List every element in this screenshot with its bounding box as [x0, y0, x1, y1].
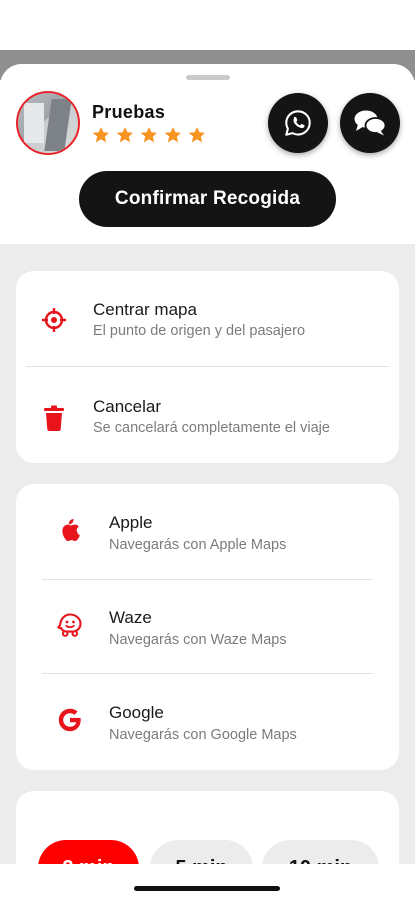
nav-subtitle: Navegarás con Waze Maps — [109, 632, 287, 648]
navigation-card: Apple Navegarás con Apple Maps Waze Nave… — [16, 484, 399, 770]
star-icon — [91, 125, 111, 145]
option-subtitle: El punto de origen y del pasajero — [93, 323, 306, 339]
driver-header: Pruebas Confirmar Recogida — [0, 64, 415, 244]
option-subtitle: Se cancelará completamente el viaje — [93, 420, 330, 436]
nav-subtitle: Navegarás con Google Maps — [109, 727, 297, 743]
option-title: Centrar mapa — [93, 300, 197, 319]
option-title: Cancelar — [93, 397, 162, 416]
trip-options-card: Centrar mapa El punto de origen y del pa… — [16, 271, 399, 463]
nav-title: Waze — [109, 608, 152, 627]
confirm-pickup-button[interactable]: Confirmar Recogida — [79, 171, 336, 227]
star-icon — [163, 125, 183, 145]
google-icon — [57, 707, 83, 733]
whatsapp-button[interactable] — [268, 93, 328, 153]
option-cancel[interactable]: Cancelar Se cancelará completamente el v… — [16, 367, 399, 463]
chat-button[interactable] — [340, 93, 400, 153]
status-area — [0, 0, 415, 50]
avatar — [16, 91, 80, 155]
crosshair-icon — [40, 306, 68, 334]
wait-time-2min-button[interactable]: 2 min — [38, 840, 139, 864]
nav-subtitle: Navegarás con Apple Maps — [109, 537, 287, 553]
star-icon — [139, 125, 159, 145]
wait-time-10min-button[interactable]: 10 min — [262, 840, 379, 864]
nav-title: Apple — [109, 513, 153, 532]
star-icon — [115, 125, 135, 145]
nav-title: Google — [109, 703, 164, 722]
wait-time-5min-button[interactable]: 5 min — [150, 840, 253, 864]
rating-stars — [91, 125, 207, 145]
whatsapp-icon — [285, 110, 311, 136]
home-indicator[interactable] — [134, 886, 280, 891]
sheet-grabber[interactable] — [186, 75, 230, 80]
apple-icon — [58, 517, 82, 543]
star-icon — [187, 125, 207, 145]
wait-time-card: 2 min 5 min 10 min — [16, 791, 399, 864]
waze-icon — [56, 612, 84, 638]
nav-option-google[interactable]: Google Navegarás con Google Maps — [16, 674, 399, 770]
bottom-sheet: Pruebas Confirmar Recogida Centrar mapa … — [0, 64, 415, 864]
driver-name: Pruebas — [92, 102, 166, 122]
home-bar-area — [0, 864, 415, 900]
option-center-map[interactable]: Centrar mapa El punto de origen y del pa… — [16, 271, 399, 366]
nav-option-waze[interactable]: Waze Navegarás con Waze Maps — [16, 580, 399, 673]
trash-icon — [42, 404, 66, 432]
chat-bubbles-icon — [354, 110, 387, 136]
nav-option-apple[interactable]: Apple Navegarás con Apple Maps — [16, 484, 399, 579]
